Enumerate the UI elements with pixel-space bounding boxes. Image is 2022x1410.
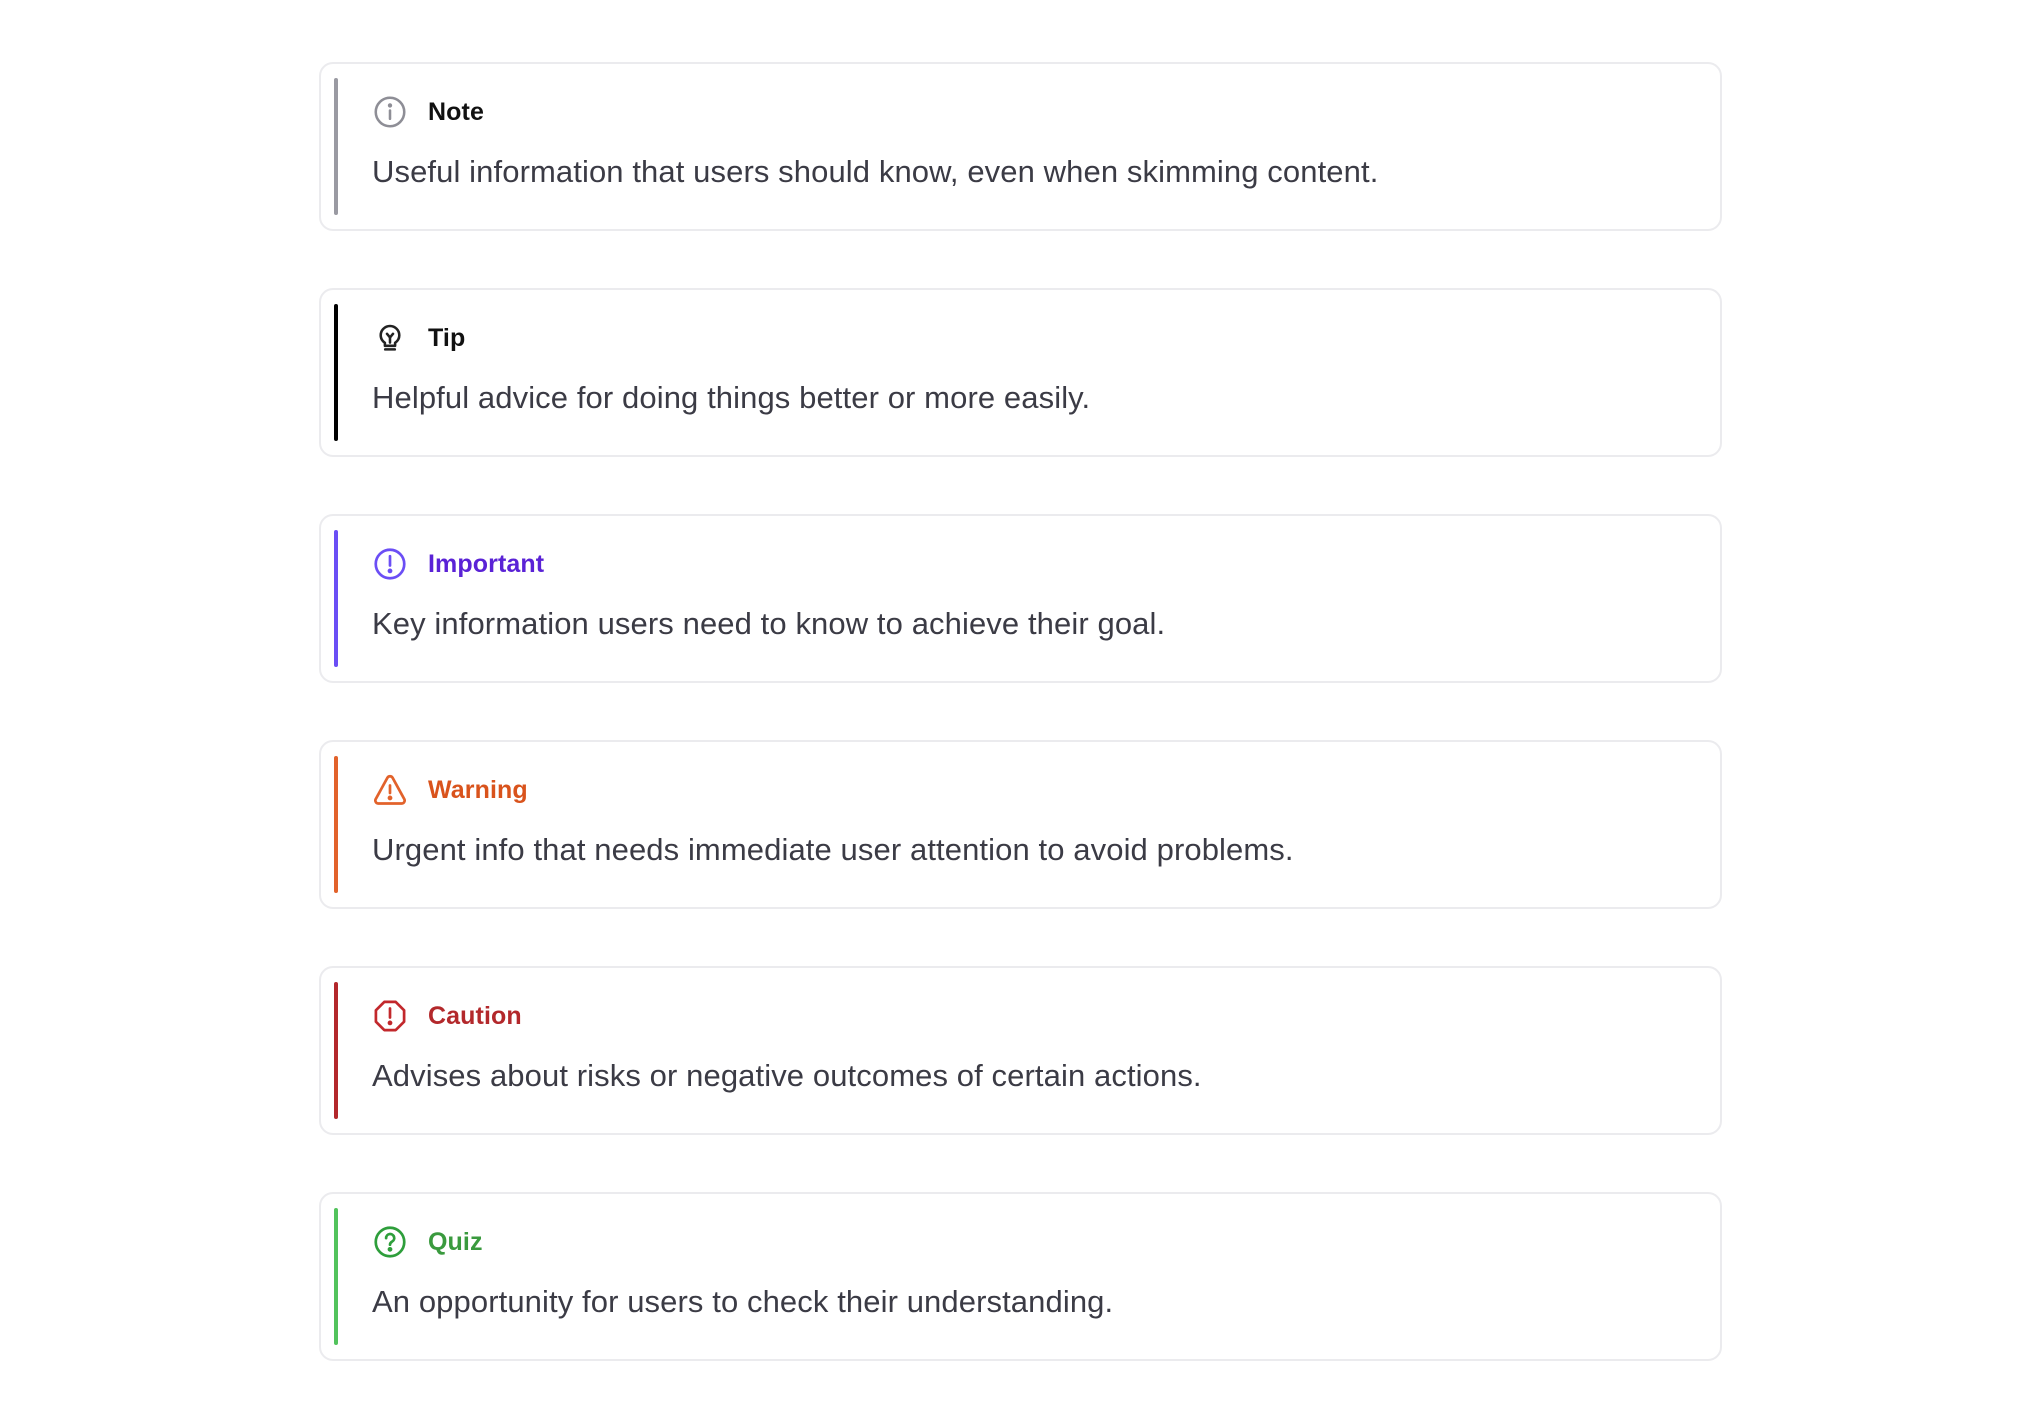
callout-list: Note Useful information that users shoul… bbox=[319, 62, 1722, 1361]
stop-octagon-icon bbox=[372, 998, 408, 1034]
callout-header: Quiz bbox=[372, 1224, 483, 1260]
callout-title: Note bbox=[428, 97, 484, 126]
callout-text: Urgent info that needs immediate user at… bbox=[372, 832, 1294, 867]
callout-accent-bar bbox=[334, 530, 338, 667]
callout-caution: Caution Advises about risks or negative … bbox=[319, 966, 1722, 1135]
callout-title: Important bbox=[428, 549, 545, 578]
callout-text: Advises about risks or negative outcomes… bbox=[372, 1058, 1202, 1093]
exclamation-circle-icon bbox=[372, 546, 408, 582]
callout-note: Note Useful information that users shoul… bbox=[319, 62, 1722, 231]
callout-text: Useful information that users should kno… bbox=[372, 154, 1379, 189]
lightbulb-icon bbox=[372, 320, 408, 356]
callout-title: Caution bbox=[428, 1001, 522, 1030]
callout-header: Caution bbox=[372, 998, 522, 1034]
callout-text: Helpful advice for doing things better o… bbox=[372, 380, 1091, 415]
callout-warning: Warning Urgent info that needs immediate… bbox=[319, 740, 1722, 909]
callout-header: Important bbox=[372, 546, 544, 582]
callout-accent-bar bbox=[334, 304, 338, 441]
question-circle-icon bbox=[372, 1224, 408, 1260]
callout-title: Tip bbox=[428, 323, 466, 352]
callout-header: Warning bbox=[372, 772, 528, 808]
callout-header: Tip bbox=[372, 320, 465, 356]
callout-accent-bar bbox=[334, 756, 338, 893]
callout-important: Important Key information users need to … bbox=[319, 514, 1722, 683]
info-icon bbox=[372, 94, 408, 130]
callout-text: Key information users need to know to ac… bbox=[372, 606, 1166, 641]
callout-accent-bar bbox=[334, 982, 338, 1119]
callout-title: Warning bbox=[428, 775, 528, 804]
callout-quiz: Quiz An opportunity for users to check t… bbox=[319, 1192, 1722, 1361]
callout-text: An opportunity for users to check their … bbox=[372, 1284, 1114, 1319]
callout-title: Quiz bbox=[428, 1227, 483, 1256]
callout-tip: Tip Helpful advice for doing things bett… bbox=[319, 288, 1722, 457]
warning-triangle-icon bbox=[372, 772, 408, 808]
callout-accent-bar bbox=[334, 78, 338, 215]
callout-header: Note bbox=[372, 94, 484, 130]
callout-accent-bar bbox=[334, 1208, 338, 1345]
